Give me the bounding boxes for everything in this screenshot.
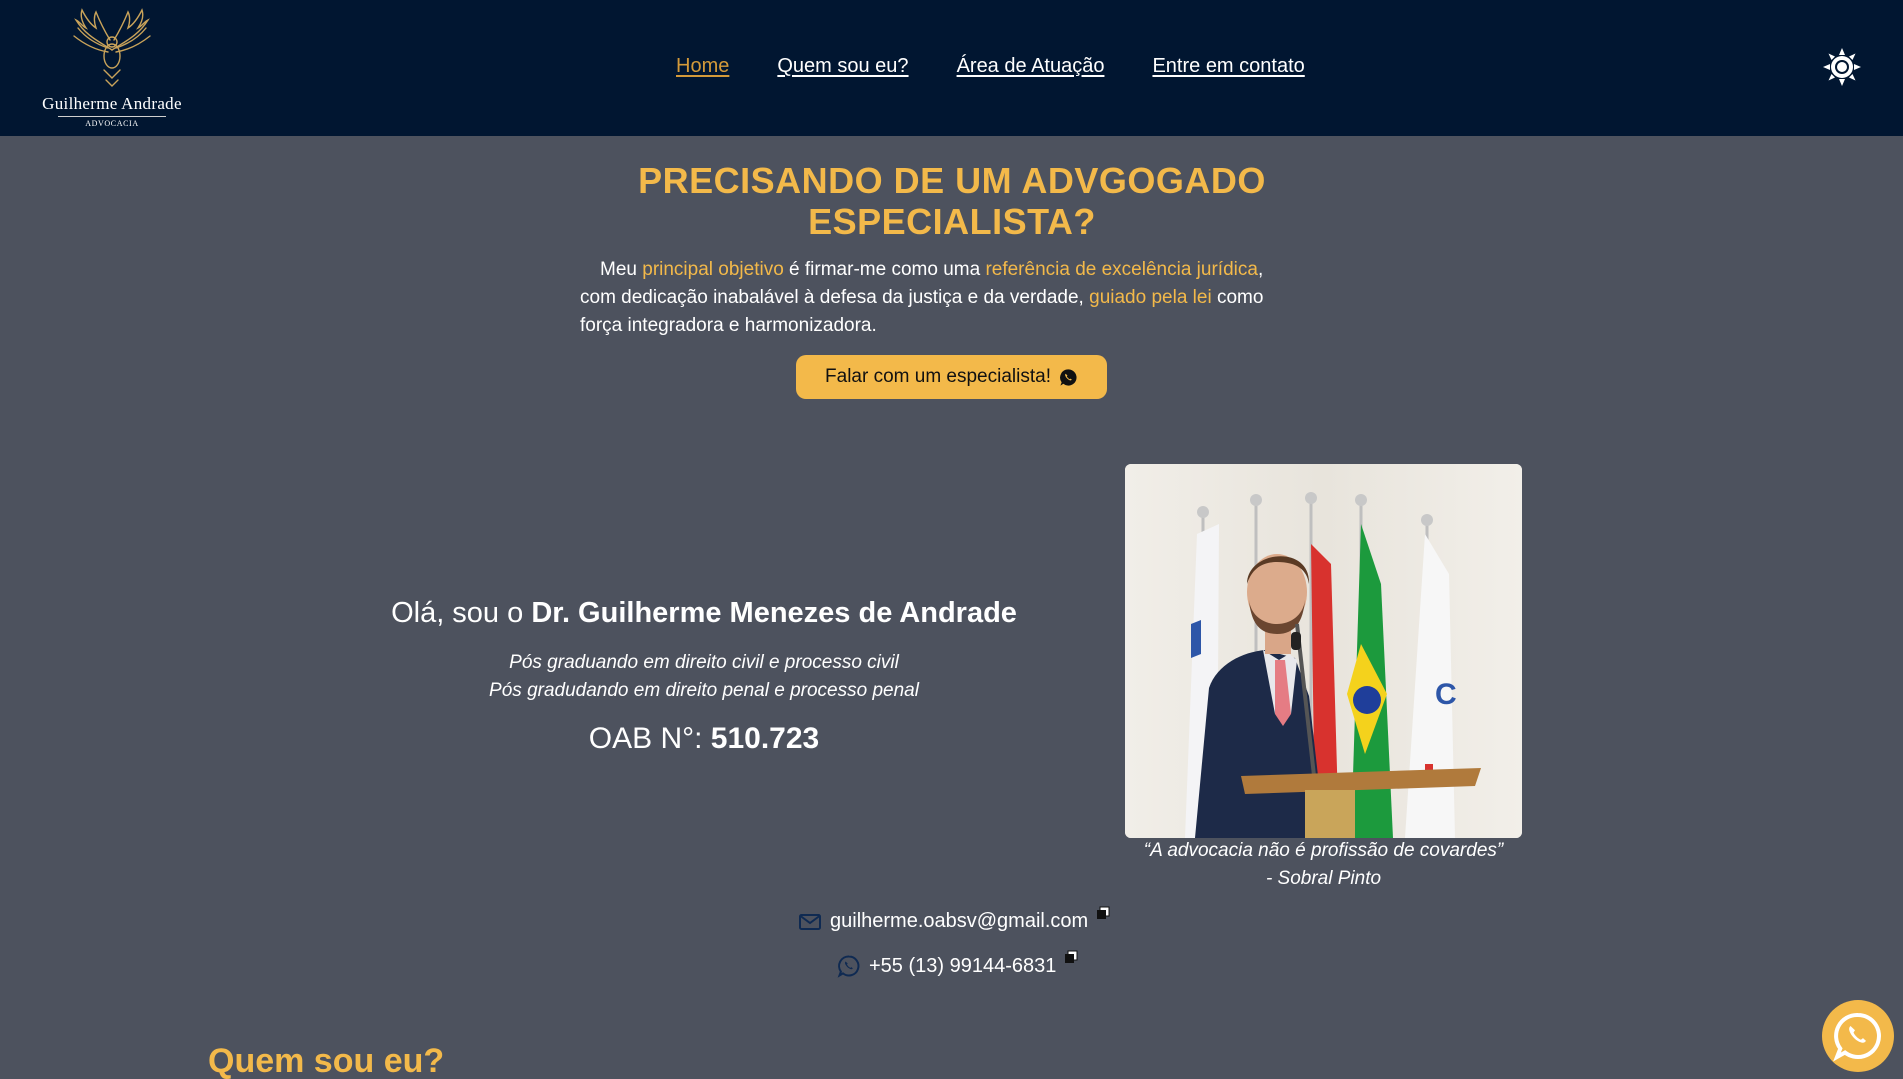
mail-icon <box>799 913 821 930</box>
talk-to-specialist-button[interactable]: Falar com um especialista! <box>796 355 1107 399</box>
greeting: Olá, sou o Dr. Guilherme Menezes de Andr… <box>304 597 1104 630</box>
copy-email-icon[interactable] <box>1096 906 1110 920</box>
main-nav: Home Quem sou eu? Área de Atuação Entre … <box>676 55 1305 78</box>
floating-whatsapp-button[interactable] <box>1822 1000 1894 1072</box>
hero-text-part1: Meu <box>600 259 643 280</box>
hero-title: PRECISANDO DE UM ADVGOGADO ESPECIALISTA? <box>552 160 1352 242</box>
nav-entre-em-contato[interactable]: Entre em contato <box>1152 55 1304 78</box>
cta-label: Falar com um especialista! <box>825 366 1051 387</box>
nav-home[interactable]: Home <box>676 55 729 78</box>
theme-toggle-button[interactable] <box>1822 47 1862 87</box>
email-row: guilherme.oabsv@gmail.com <box>798 906 1110 933</box>
quote-author: - Sobral Pinto <box>1265 868 1382 889</box>
hero-highlight-referencia: referência de excelência jurídica <box>985 259 1258 280</box>
site-header: Guilherme Andrade ADVOCACIA Home Quem so… <box>0 0 1903 136</box>
lawyer-photo: C <box>1125 464 1522 838</box>
whatsapp-icon <box>1060 368 1077 386</box>
degree-penal: Pós gradudando em direito penal e proces… <box>489 680 919 701</box>
oab-registration: OAB N°: 510.723 <box>304 722 1104 756</box>
copy-phone-icon[interactable] <box>1064 950 1078 964</box>
lawyer-name: Dr. Guilherme Menezes de Andrade <box>531 597 1017 629</box>
greeting-prefix: Olá, sou o <box>391 597 532 629</box>
sun-icon <box>1823 48 1861 86</box>
nav-quem-sou-eu[interactable]: Quem sou eu? <box>777 55 908 78</box>
degree-civil: Pós graduando em direito civil e process… <box>509 652 899 673</box>
logo-divider <box>58 116 166 117</box>
hero-description: Meu principal objetivo é firmar-me como … <box>580 256 1304 340</box>
logo-subtitle: ADVOCACIA <box>85 119 139 128</box>
eagle-logo-icon <box>73 8 151 87</box>
whatsapp-icon <box>837 955 860 978</box>
phone-row: +55 (13) 99144-6831 <box>837 950 1078 978</box>
nav-area-de-atuacao[interactable]: Área de Atuação <box>957 55 1105 78</box>
svg-text:C: C <box>1435 678 1457 711</box>
lawyer-photo-illustration: C <box>1125 464 1522 838</box>
logo[interactable]: Guilherme Andrade ADVOCACIA <box>28 6 196 130</box>
quote-text: “A advocacia não é profissão de covardes… <box>1143 840 1504 861</box>
whatsapp-icon <box>1833 1012 1881 1062</box>
hero-title-line2: ESPECIALISTA? <box>808 201 1096 242</box>
oab-number: 510.723 <box>710 722 820 755</box>
hero-text-part2: é firmar-me como uma <box>783 259 986 280</box>
logo-name: Guilherme Andrade <box>42 94 182 113</box>
section-title-quem-sou-eu: Quem sou eu? <box>208 1042 445 1079</box>
hero-highlight-lei: guiado pela lei <box>1089 287 1212 308</box>
phone-number[interactable]: +55 (13) 99144-6831 <box>869 955 1056 978</box>
email-address[interactable]: guilherme.oabsv@gmail.com <box>830 910 1088 933</box>
hero-title-line1: PRECISANDO DE UM ADVGOGADO <box>638 160 1266 201</box>
hero-highlight-objetivo: principal objetivo <box>642 259 784 280</box>
oab-label: OAB N°: <box>588 722 711 755</box>
